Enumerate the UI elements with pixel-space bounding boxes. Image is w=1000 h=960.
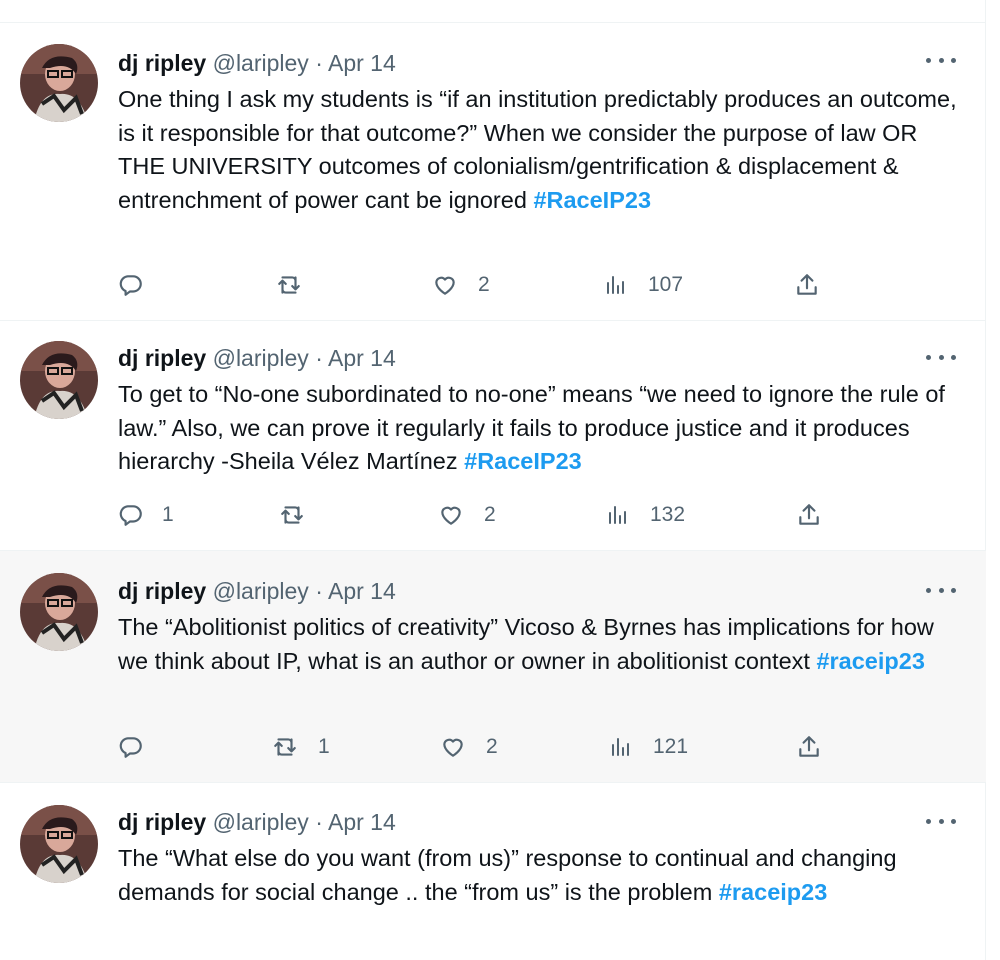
retweet-icon [281,506,303,524]
tweet-header: dj ripley @laripley · Apr 14 [118,340,396,376]
avatar[interactable] [20,44,98,122]
author-name[interactable]: dj ripley [118,50,206,76]
author-handle[interactable]: @laripley [213,50,309,76]
view-count: 132 [650,503,686,526]
more-icon[interactable] [926,347,956,367]
like-button[interactable]: 2 [438,497,496,533]
hashtag-link[interactable]: #raceip23 [816,648,924,674]
author-handle[interactable]: @laripley [213,809,309,835]
more-icon[interactable] [926,50,956,70]
reply-icon [119,737,142,758]
reply-count: 1 [162,503,174,526]
tweet-header: dj ripley @laripley · Apr 14 [118,573,396,609]
views-button[interactable]: 132 [606,497,685,533]
avatar[interactable] [20,805,98,883]
like-button[interactable]: 2 [440,729,498,765]
share-icon [797,274,817,295]
like-count: 2 [484,503,496,526]
like-count: 2 [486,735,498,758]
share-button[interactable] [794,267,820,303]
reply-icon [119,505,142,526]
retweet-icon [278,276,300,294]
more-icon[interactable] [926,580,956,600]
retweet-count: 1 [318,735,330,758]
tweet-body: The “Abolitionist politics of creativity… [118,614,934,674]
view-count: 121 [653,735,689,758]
tweet-actions: 1 2 132 [0,497,986,533]
views-icon [607,276,624,294]
avatar[interactable] [20,573,98,651]
tweet-text: The “What else do you want (from us)” re… [118,842,958,909]
tweet-3[interactable]: dj ripley @laripley · Apr 14 The “Abolit… [0,550,986,782]
heart-icon [435,276,455,295]
share-button[interactable] [796,729,822,765]
view-count: 107 [648,273,684,296]
retweet-button[interactable] [276,267,302,303]
separator-dot: · [315,50,323,76]
tweet-2[interactable]: dj ripley @laripley · Apr 14 To get to “… [0,320,986,550]
avatar[interactable] [20,341,98,419]
tweet-date[interactable]: Apr 14 [328,578,396,604]
share-icon [799,736,819,757]
hashtag-link[interactable]: #RaceIP23 [464,448,582,474]
tweet-text: To get to “No-one subordinated to no-one… [118,378,958,479]
reply-button[interactable]: 1 [118,497,174,533]
reply-button[interactable] [118,267,144,303]
tweet-header: dj ripley @laripley · Apr 14 [118,804,396,840]
heart-icon [443,738,463,757]
like-count: 2 [478,273,490,296]
hashtag-link[interactable]: #RaceIP23 [533,187,651,213]
tweet-date[interactable]: Apr 14 [328,345,396,371]
share-icon [799,504,819,525]
tweet-actions: 1 2 121 [0,729,986,765]
views-button[interactable]: 121 [609,729,688,765]
separator-dot: · [315,345,323,371]
tweet-text: One thing I ask my students is “if an in… [118,83,958,217]
author-name[interactable]: dj ripley [118,578,206,604]
retweet-button[interactable] [279,497,305,533]
tweet-1[interactable]: dj ripley @laripley · Apr 14 One thing I… [0,22,986,320]
author-handle[interactable]: @laripley [213,345,309,371]
views-icon [609,506,626,524]
retweet-icon [274,738,296,756]
tweet-text: The “Abolitionist politics of creativity… [118,611,958,678]
like-button[interactable]: 2 [432,267,490,303]
reply-icon [119,275,142,296]
tweet-date[interactable]: Apr 14 [328,50,396,76]
separator-dot: · [315,578,323,604]
tweet-date[interactable]: Apr 14 [328,809,396,835]
author-name[interactable]: dj ripley [118,809,206,835]
hashtag-link[interactable]: #raceip23 [719,879,827,905]
tweet-4[interactable]: dj ripley @laripley · Apr 14 The “What e… [0,782,986,960]
author-name[interactable]: dj ripley [118,345,206,371]
share-button[interactable] [796,497,822,533]
retweet-button[interactable]: 1 [272,729,330,765]
tweet-header: dj ripley @laripley · Apr 14 [118,45,396,81]
reply-button[interactable] [118,729,144,765]
heart-icon [441,506,461,525]
views-icon [612,738,629,756]
tweet-actions: 2 107 [0,267,986,303]
views-button[interactable]: 107 [604,267,683,303]
author-handle[interactable]: @laripley [213,578,309,604]
more-icon[interactable] [926,811,956,831]
separator-dot: · [315,809,323,835]
